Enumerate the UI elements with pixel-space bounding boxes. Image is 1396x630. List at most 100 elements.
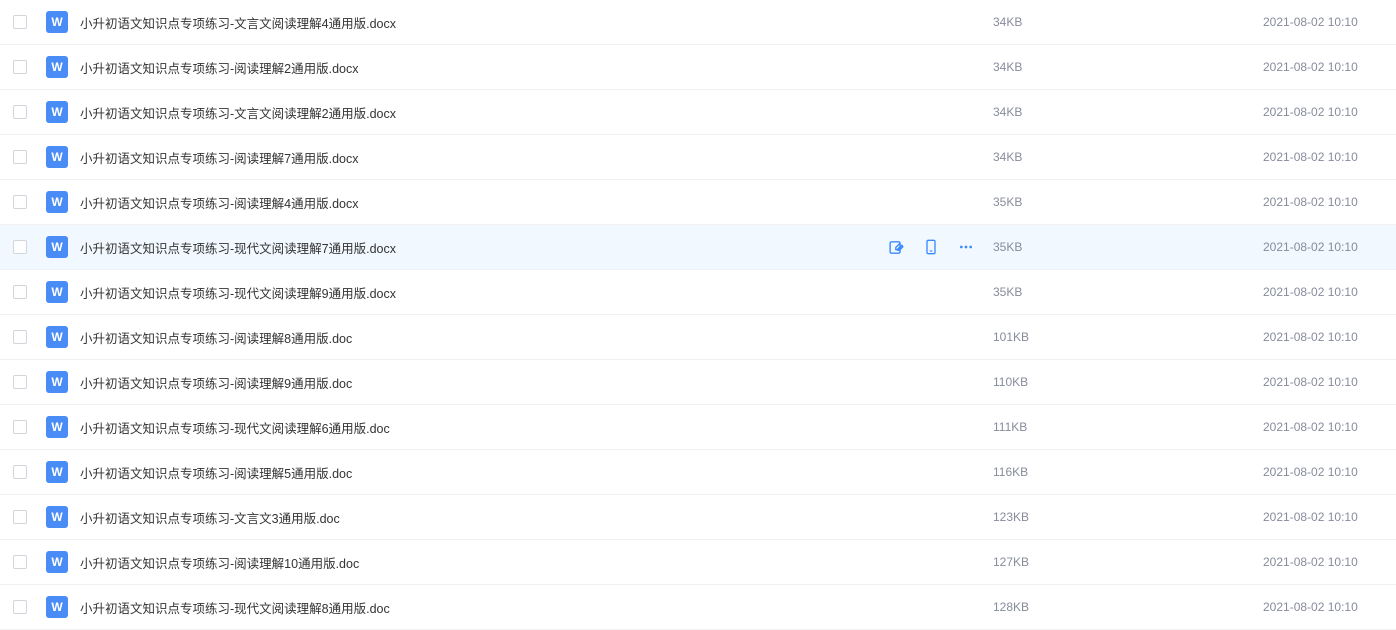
file-name[interactable]: 小升初语文知识点专项练习-现代文阅读理解8通用版.doc <box>74 598 863 617</box>
row-checkbox[interactable] <box>13 555 27 569</box>
file-size: 101KB <box>993 330 1263 344</box>
file-icon-cell: W <box>40 146 74 168</box>
file-size: 111KB <box>993 420 1263 434</box>
file-icon-cell: W <box>40 56 74 78</box>
file-name[interactable]: 小升初语文知识点专项练习-文言文阅读理解2通用版.docx <box>74 103 863 122</box>
word-file-icon: W <box>46 236 68 258</box>
checkbox-cell <box>0 105 40 119</box>
file-time: 2021-08-02 10:10 <box>1263 555 1388 569</box>
checkbox-cell <box>0 330 40 344</box>
file-icon-cell: W <box>40 326 74 348</box>
file-icon-cell: W <box>40 11 74 33</box>
file-icon-cell: W <box>40 416 74 438</box>
file-size: 35KB <box>993 195 1263 209</box>
word-file-icon: W <box>46 191 68 213</box>
file-row[interactable]: W 小升初语文知识点专项练习-阅读理解5通用版.doc 116KB2021-08-0… <box>0 450 1396 495</box>
file-icon-cell: W <box>40 101 74 123</box>
file-row[interactable]: W小升初语文知识点专项练习-文言文3通用版.doc123KB2021-08-02… <box>0 495 1396 540</box>
checkbox-cell <box>0 420 40 434</box>
file-name[interactable]: 小升初语文知识点专项练习-阅读理解9通用版.doc <box>74 373 863 392</box>
word-file-icon: W <box>46 551 68 573</box>
row-checkbox[interactable] <box>13 240 27 254</box>
row-checkbox[interactable] <box>13 330 27 344</box>
word-file-icon: W <box>46 56 68 78</box>
file-row[interactable]: W小升初语文知识点专项练习-现代文阅读理解7通用版.docx35KB2021-0… <box>0 225 1396 270</box>
file-row[interactable]: W小升初语文知识点专项练习-阅读理解8通用版.doc 101KB2021-08-0… <box>0 315 1396 360</box>
file-icon-cell: W <box>40 551 74 573</box>
file-time: 2021-08-02 10:10 <box>1263 195 1388 209</box>
file-row[interactable]: W 小升初语文知识点专项练习-阅读理解9通用版.doc 110KB2021-08-0… <box>0 360 1396 405</box>
file-size: 35KB <box>993 240 1263 254</box>
file-row[interactable]: W小升初语文知识点专项练习-文言文阅读理解2通用版.docx34KB2021-0… <box>0 90 1396 135</box>
word-file-icon: W <box>46 101 68 123</box>
row-actions <box>863 239 993 256</box>
word-file-icon: W <box>46 416 68 438</box>
file-row[interactable]: W 小升初语文知识点专项练习-阅读理解2通用版.docx 34KB2021-08-0… <box>0 45 1396 90</box>
file-row[interactable]: W小升初语文知识点专项练习-阅读理解7通用版.docx34KB2021-08-0… <box>0 135 1396 180</box>
file-row[interactable]: W小升初语文知识点专项练习-现代文阅读理解9通用版.docx35KB2021-0… <box>0 270 1396 315</box>
file-size: 34KB <box>993 105 1263 119</box>
file-time: 2021-08-02 10:10 <box>1263 375 1388 389</box>
row-checkbox[interactable] <box>13 375 27 389</box>
checkbox-cell <box>0 510 40 524</box>
file-row[interactable]: W 小升初语文知识点专项练习-阅读理解10通用版.doc 127KB2021-08-… <box>0 540 1396 585</box>
file-row[interactable]: W小升初语文知识点专项练习-文言文阅读理解4通用版.docx34KB2021-0… <box>0 0 1396 45</box>
file-time: 2021-08-02 10:10 <box>1263 465 1388 479</box>
file-size: 34KB <box>993 150 1263 164</box>
row-checkbox[interactable] <box>13 420 27 434</box>
file-name[interactable]: 小升初语文知识点专项练习-阅读理解4通用版.docx <box>74 193 863 212</box>
row-checkbox[interactable] <box>13 600 27 614</box>
phone-icon[interactable] <box>923 239 939 255</box>
file-time: 2021-08-02 10:10 <box>1263 285 1388 299</box>
row-checkbox[interactable] <box>13 105 27 119</box>
checkbox-cell <box>0 465 40 479</box>
file-name[interactable]: 小升初语文知识点专项练习-阅读理解2通用版.docx <box>74 58 863 77</box>
file-time: 2021-08-02 10:10 <box>1263 60 1388 74</box>
file-row[interactable]: W小升初语文知识点专项练习-现代文阅读理解8通用版.doc128KB2021-0… <box>0 585 1396 630</box>
row-checkbox[interactable] <box>13 285 27 299</box>
row-checkbox[interactable] <box>13 195 27 209</box>
file-icon-cell: W <box>40 191 74 213</box>
row-checkbox[interactable] <box>13 510 27 524</box>
word-file-icon: W <box>46 506 68 528</box>
file-name[interactable]: 小升初语文知识点专项练习-文言文阅读理解4通用版.docx <box>74 13 863 32</box>
file-icon-cell: W <box>40 506 74 528</box>
file-size: 116KB <box>993 465 1263 479</box>
word-file-icon: W <box>46 461 68 483</box>
checkbox-cell <box>0 555 40 569</box>
checkbox-cell <box>0 375 40 389</box>
file-name[interactable]: 小升初语文知识点专项练习-现代文阅读理解6通用版.doc <box>74 418 863 437</box>
word-file-icon: W <box>46 371 68 393</box>
file-icon-cell: W <box>40 236 74 258</box>
row-checkbox[interactable] <box>13 15 27 29</box>
row-checkbox[interactable] <box>13 465 27 479</box>
file-name[interactable]: 小升初语文知识点专项练习-现代文阅读理解7通用版.docx <box>74 238 863 257</box>
row-checkbox[interactable] <box>13 60 27 74</box>
file-time: 2021-08-02 10:10 <box>1263 15 1388 29</box>
word-file-icon: W <box>46 11 68 33</box>
file-size: 110KB <box>993 375 1263 389</box>
file-icon-cell: W <box>40 461 74 483</box>
file-row[interactable]: W 小升初语文知识点专项练习-阅读理解4通用版.docx 35KB2021-08-0… <box>0 180 1396 225</box>
word-file-icon: W <box>46 596 68 618</box>
row-checkbox[interactable] <box>13 150 27 164</box>
file-row[interactable]: W 小升初语文知识点专项练习-现代文阅读理解6通用版.doc 111KB2021-0… <box>0 405 1396 450</box>
more-icon[interactable] <box>957 239 975 255</box>
file-name[interactable]: 小升初语文知识点专项练习-文言文3通用版.doc <box>74 508 863 527</box>
checkbox-cell <box>0 60 40 74</box>
file-time: 2021-08-02 10:10 <box>1263 420 1388 434</box>
file-name[interactable]: 小升初语文知识点专项练习-现代文阅读理解9通用版.docx <box>74 283 863 302</box>
checkbox-cell <box>0 240 40 254</box>
file-time: 2021-08-02 10:10 <box>1263 330 1388 344</box>
file-name[interactable]: 小升初语文知识点专项练习-阅读理解7通用版.docx <box>74 148 863 167</box>
file-name[interactable]: 小升初语文知识点专项练习-阅读理解8通用版.doc <box>74 328 863 347</box>
file-name[interactable]: 小升初语文知识点专项练习-阅读理解5通用版.doc <box>74 463 863 482</box>
file-size: 127KB <box>993 555 1263 569</box>
file-list: W小升初语文知识点专项练习-文言文阅读理解4通用版.docx34KB2021-0… <box>0 0 1396 630</box>
file-time: 2021-08-02 10:10 <box>1263 510 1388 524</box>
file-name[interactable]: 小升初语文知识点专项练习-阅读理解10通用版.doc <box>74 553 863 572</box>
file-size: 35KB <box>993 285 1263 299</box>
file-icon-cell: W <box>40 371 74 393</box>
edit-icon[interactable] <box>888 239 905 256</box>
file-size: 34KB <box>993 60 1263 74</box>
